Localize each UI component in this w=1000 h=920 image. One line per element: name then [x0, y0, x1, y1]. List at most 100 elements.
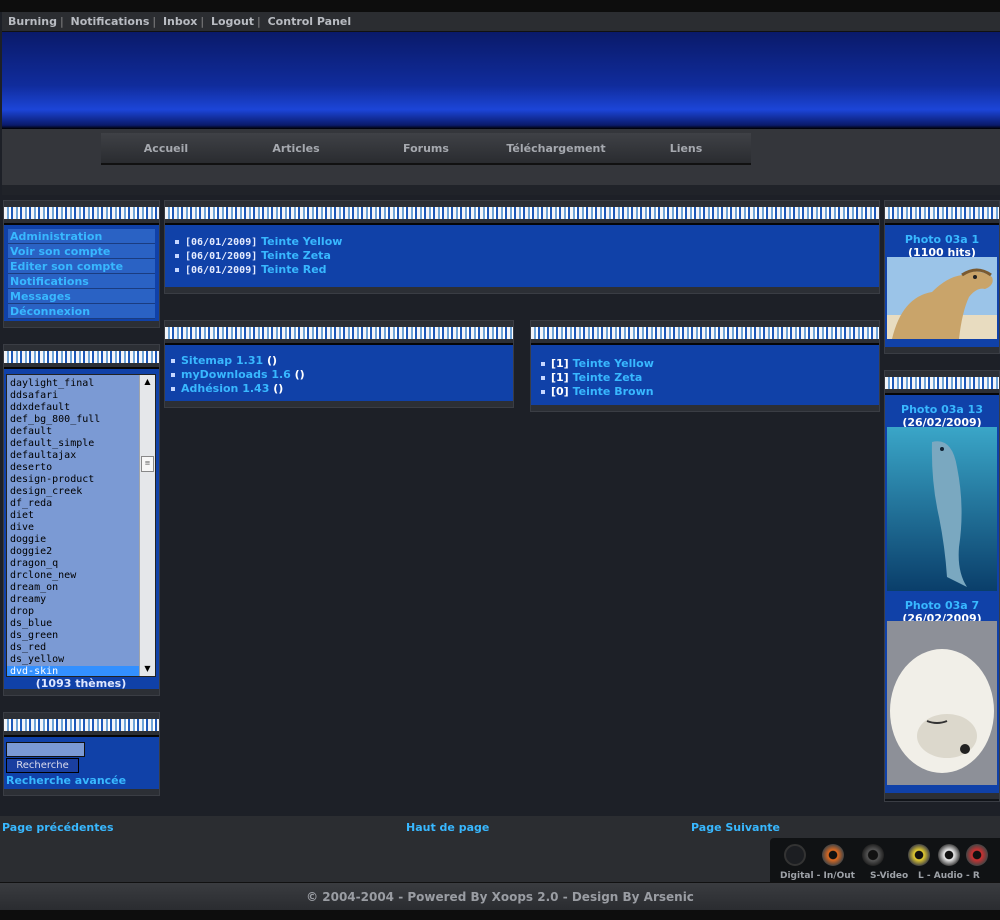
download-link[interactable]: myDownloads 1.6 [181, 368, 291, 381]
previous-page-link[interactable]: Page précédentes [2, 821, 114, 834]
theme-option[interactable]: default [7, 426, 155, 438]
theme-option[interactable]: ds_red [7, 642, 155, 654]
top-photo-body: Photo 03a 1 (1100 hits) [885, 223, 999, 347]
menu-deconnexion[interactable]: Déconnexion [8, 304, 155, 319]
theme-option[interactable]: doggie [7, 534, 155, 546]
recent-article-item: [06/01/2009] Teinte Yellow [175, 235, 879, 249]
search-button[interactable]: Recherche [6, 758, 79, 773]
theme-option[interactable]: daylight_final [7, 378, 155, 390]
scroll-up-icon[interactable]: ▲ [140, 375, 155, 389]
nav-forums[interactable]: Forums [361, 142, 491, 155]
header-banner [2, 32, 1000, 129]
theme-option[interactable]: ddsafari [7, 390, 155, 402]
article-rank: [1] [551, 371, 569, 384]
top-articles-body: [1] Teinte Yellow [1] Teinte Zeta [0] Tein… [531, 343, 879, 405]
main-nav: Accueil Articles Forums Téléchargement L… [101, 133, 751, 165]
logout-link[interactable]: Logout [211, 15, 254, 28]
downloads-list: Sitemap 1.31 () myDownloads 1.6 () Adhésio… [171, 354, 513, 396]
theme-option[interactable]: dragon_q [7, 558, 155, 570]
theme-option[interactable]: design_creek [7, 486, 155, 498]
theme-option[interactable]: defaultajax [7, 450, 155, 462]
svideo-label: S-Video [870, 871, 909, 881]
block-header [531, 321, 879, 343]
dolphin-photo[interactable] [887, 427, 997, 591]
theme-option[interactable]: ddxdefault [7, 402, 155, 414]
av-jacks-graphic: Digital - In/Out S-Video L - Audio - R [770, 838, 1000, 884]
block-header [165, 321, 513, 343]
downloads-block: Sitemap 1.31 () myDownloads 1.6 () Adhésio… [164, 320, 514, 408]
article-link[interactable]: Teinte Brown [573, 385, 654, 398]
article-link[interactable]: Teinte Yellow [261, 235, 342, 248]
recent-articles-block: [06/01/2009] Teinte Yellow [06/01/2009] T… [164, 200, 880, 294]
control-panel-link[interactable]: Control Panel [268, 15, 352, 28]
article-link[interactable]: Teinte Zeta [261, 249, 331, 262]
block-header [4, 201, 159, 223]
theme-option[interactable]: diet [7, 510, 155, 522]
back-to-top-link[interactable]: Haut de page [406, 821, 489, 834]
theme-option[interactable]: ds_green [7, 630, 155, 642]
theme-option[interactable]: default_simple [7, 438, 155, 450]
theme-option[interactable]: dreamy [7, 594, 155, 606]
download-count: () [294, 368, 305, 381]
top-photo-link[interactable]: Photo 03a 1 [905, 233, 979, 246]
top-articles-block: [1] Teinte Yellow [1] Teinte Zeta [0] Tein… [530, 320, 880, 412]
theme-option[interactable]: doggie2 [7, 546, 155, 558]
article-date: [06/01/2009] [185, 265, 258, 276]
menu-messages[interactable]: Messages [8, 289, 155, 304]
footer-nav: Page précédentes Haut de page Page Suiva… [0, 816, 1000, 836]
download-link[interactable]: Adhésion 1.43 [181, 382, 269, 395]
new-photo-1-link[interactable]: Photo 03a 13 [901, 403, 983, 416]
inbox-link[interactable]: Inbox [163, 15, 197, 28]
block-header [165, 201, 879, 223]
menu-notifications[interactable]: Notifications [8, 274, 155, 289]
audio-label: L - Audio - R [918, 871, 980, 881]
scroll-thumb[interactable]: ≡ [141, 456, 154, 472]
theme-option[interactable]: deserto [7, 462, 155, 474]
search-input[interactable] [6, 742, 85, 757]
theme-count: (1093 thèmes) [35, 677, 127, 690]
menu-editer-compte[interactable]: Editer son compte [8, 259, 155, 274]
theme-option[interactable]: ds_yellow [7, 654, 155, 666]
next-page-link[interactable]: Page Suivante [691, 821, 780, 834]
block-header [885, 371, 999, 393]
user-toolbar: Burning | Notifications | Inbox | Logout | C… [2, 12, 1000, 32]
article-link[interactable]: Teinte Red [261, 263, 326, 276]
nav-articles[interactable]: Articles [231, 142, 361, 155]
top-article-item: [1] Teinte Zeta [541, 371, 879, 385]
article-link[interactable]: Teinte Zeta [573, 371, 643, 384]
theme-option[interactable]: def_bg_800_full [7, 414, 155, 426]
top-frame [0, 0, 1000, 12]
theme-option[interactable]: dvd-skin [7, 666, 155, 676]
download-link[interactable]: Sitemap 1.31 [181, 354, 263, 367]
theme-select[interactable]: daylight_final ddsafari ddxdefault def_bg_8… [6, 374, 156, 677]
camel-photo[interactable] [887, 257, 997, 339]
theme-option[interactable]: drclone_new [7, 570, 155, 582]
theme-option[interactable]: drop [7, 606, 155, 618]
svideo-jack-icon [862, 844, 884, 866]
menu-administration[interactable]: Administration [8, 229, 155, 244]
download-item: myDownloads 1.6 () [171, 368, 513, 382]
new-photos-body: Photo 03a 13 (26/02/2009) Photo 03a 7 (2… [885, 393, 999, 793]
top-article-item: [0] Teinte Brown [541, 385, 879, 399]
theme-option[interactable]: design-product [7, 474, 155, 486]
nav-telechargement[interactable]: Téléchargement [491, 142, 621, 155]
digital-label: Digital - In/Out [780, 871, 855, 881]
top-article-item: [1] Teinte Yellow [541, 357, 879, 371]
notifications-link[interactable]: Notifications [71, 15, 150, 28]
nav-accueil[interactable]: Accueil [101, 142, 231, 155]
advanced-search-link[interactable]: Recherche avancée [6, 774, 126, 787]
theme-option[interactable]: dream_on [7, 582, 155, 594]
theme-option[interactable]: df_reda [7, 498, 155, 510]
top-articles-list: [1] Teinte Yellow [1] Teinte Zeta [0] Tein… [541, 357, 879, 399]
new-photo-2-link[interactable]: Photo 03a 7 [905, 599, 979, 612]
theme-scrollbar[interactable]: ▲ ≡ ▼ [139, 375, 155, 676]
article-link[interactable]: Teinte Yellow [573, 357, 654, 370]
polar-bear-photo[interactable] [887, 621, 997, 785]
theme-option[interactable]: ds_blue [7, 618, 155, 630]
article-date: [06/01/2009] [185, 251, 258, 262]
burning-link[interactable]: Burning [8, 15, 57, 28]
menu-voir-compte[interactable]: Voir son compte [8, 244, 155, 259]
theme-option[interactable]: dive [7, 522, 155, 534]
scroll-down-icon[interactable]: ▼ [140, 662, 155, 676]
nav-liens[interactable]: Liens [621, 142, 751, 155]
